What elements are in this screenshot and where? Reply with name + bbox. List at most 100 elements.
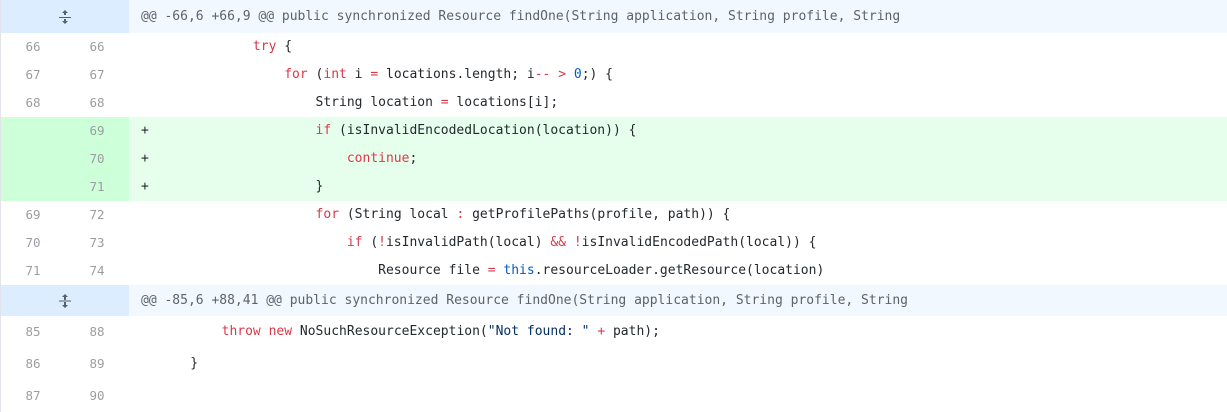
old-line-number[interactable]: 85 xyxy=(1,316,65,348)
new-line-number[interactable]: 89 xyxy=(65,348,129,380)
hunk-header: @@ -85,6 +88,41 @@ public synchronized R… xyxy=(1,285,1227,316)
added-line: 69 + if (isInvalidEncodedLocation(locatio… xyxy=(1,117,1227,145)
added-line: 71 + } xyxy=(1,173,1227,201)
context-line: 67 67 for (int i = locations.length; i-- … xyxy=(1,61,1227,89)
code-token-op: ! xyxy=(573,235,582,250)
code-text: if (isInvalidEncodedLocation(location)) … xyxy=(159,117,1227,145)
diff-marker xyxy=(129,201,159,229)
new-line-number[interactable]: 71 xyxy=(65,173,129,201)
code-token-kw: throw xyxy=(221,324,261,339)
context-line: 85 88 throw new NoSuchResourceException("… xyxy=(1,316,1227,348)
unfold-both-icon xyxy=(57,293,73,309)
code-token: locations.length; i xyxy=(378,67,535,82)
old-line-number[interactable]: 70 xyxy=(1,229,65,257)
code-text: for (String local : getProfilePaths(prof… xyxy=(159,201,1227,229)
old-line-number[interactable] xyxy=(1,117,65,145)
code-token-op: = xyxy=(487,263,496,278)
old-line-number[interactable]: 71 xyxy=(1,257,65,285)
old-line-number[interactable]: 68 xyxy=(1,89,65,117)
code-token: { xyxy=(276,39,293,54)
new-line-number[interactable]: 66 xyxy=(65,33,129,61)
diff-marker: + xyxy=(141,179,149,194)
new-line-number[interactable]: 69 xyxy=(65,117,129,145)
code-text: throw new NoSuchResourceException("Not f… xyxy=(159,316,1227,348)
code-text: if (!isInvalidPath(local) && !isInvalidE… xyxy=(159,229,1227,257)
code-text: } xyxy=(159,173,1227,201)
code-text: Resource file = this.resourceLoader.getR… xyxy=(159,257,1227,285)
diff-marker xyxy=(129,348,159,380)
code-token: Resource file xyxy=(159,263,488,278)
code-token-op: && xyxy=(550,235,567,250)
code-token: locations[i]; xyxy=(448,95,559,110)
code-token: isInvalidEncodedPath(local)) { xyxy=(581,235,817,250)
new-line-number[interactable]: 74 xyxy=(65,257,129,285)
context-line: 68 68 String location = locations[i]; xyxy=(1,89,1227,117)
diff-marker xyxy=(129,257,159,285)
new-line-number[interactable]: 88 xyxy=(65,316,129,348)
code-token: .resourceLoader.getResource(location) xyxy=(534,263,825,278)
old-line-number[interactable] xyxy=(1,145,65,173)
old-line-number[interactable]: 69 xyxy=(1,201,65,229)
code-token-kw: for xyxy=(315,207,340,222)
old-line-number[interactable]: 67 xyxy=(1,61,65,89)
new-line-number[interactable]: 70 xyxy=(65,145,129,173)
code-token: (String local xyxy=(339,207,457,222)
code-token-op: + xyxy=(597,324,606,339)
code-token-lit: 0 xyxy=(573,67,582,82)
old-line-number[interactable] xyxy=(1,173,65,201)
old-line-number[interactable]: 86 xyxy=(1,348,65,380)
code-token: getProfilePaths(profile, path)) { xyxy=(464,207,731,222)
new-line-number[interactable]: 67 xyxy=(65,61,129,89)
code-token: (isInvalidEncodedLocation(location)) { xyxy=(331,123,637,138)
new-line-number[interactable]: 72 xyxy=(65,201,129,229)
code-token: isInvalidPath(local) xyxy=(385,235,551,250)
diff-marker xyxy=(129,33,159,61)
diff-marker xyxy=(129,229,159,257)
diff-marker xyxy=(129,316,159,348)
context-line: 69 72 for (String local : getProfilePaths… xyxy=(1,201,1227,229)
context-line: 86 89 } xyxy=(1,348,1227,380)
code-text: try { xyxy=(159,33,1227,61)
new-line-number[interactable]: 90 xyxy=(65,380,129,412)
code-token: path); xyxy=(605,324,660,339)
new-line-number[interactable]: 68 xyxy=(65,89,129,117)
context-line: 71 74 Resource file = this.resourceLoader… xyxy=(1,257,1227,285)
code-token-op: ! xyxy=(378,235,386,250)
diff-marker: + xyxy=(141,151,149,166)
diff-marker: + xyxy=(141,123,149,138)
code-token: i xyxy=(346,67,371,82)
code-text: for (int i = locations.length; i-- > 0;)… xyxy=(159,61,1227,89)
context-line: 66 66 try { xyxy=(1,33,1227,61)
code-text: } xyxy=(159,348,1227,380)
code-token-lit: this xyxy=(503,263,535,278)
code-token-kw: continue xyxy=(346,151,410,166)
old-line-number[interactable]: 66 xyxy=(1,33,65,61)
code-token: } xyxy=(159,179,324,194)
diff-marker xyxy=(129,61,159,89)
old-line-number[interactable]: 87 xyxy=(1,380,65,412)
code-text: continue; xyxy=(159,145,1227,173)
expand-up-button[interactable] xyxy=(1,0,129,33)
code-token-str: "Not found: " xyxy=(487,324,590,339)
code-token: } xyxy=(159,356,199,371)
diff-view: @@ -66,6 +66,9 @@ public synchronized Re… xyxy=(0,0,1227,412)
expand-both-button[interactable] xyxy=(1,285,129,316)
context-line: 70 73 if (!isInvalidPath(local) && !isInv… xyxy=(1,229,1227,257)
hunk-header: @@ -66,6 +66,9 @@ public synchronized Re… xyxy=(1,0,1227,33)
diff-marker xyxy=(129,380,159,412)
code-token: NoSuchResourceException( xyxy=(292,324,488,339)
new-line-number[interactable]: 73 xyxy=(65,229,129,257)
code-token: ; xyxy=(409,151,418,166)
code-token-kw: if xyxy=(346,235,363,250)
code-text: String location = locations[i]; xyxy=(159,89,1227,117)
code-token-kw: for xyxy=(284,67,308,82)
